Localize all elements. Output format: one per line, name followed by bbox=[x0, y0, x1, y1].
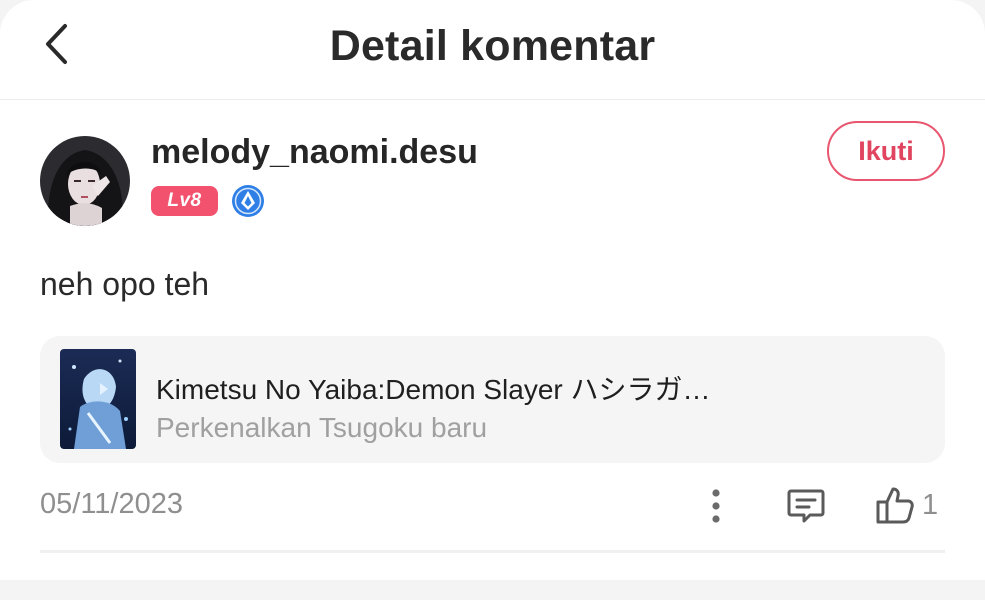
more-options-button[interactable] bbox=[700, 484, 732, 528]
divider bbox=[40, 550, 945, 553]
diamond-tier-icon bbox=[231, 184, 265, 218]
page-title: Detail komentar bbox=[329, 22, 656, 70]
game-title: Kimetsu No Yaiba:Demon Slayer ハシラガ… bbox=[156, 374, 711, 405]
game-thumbnail bbox=[60, 349, 136, 449]
avatar[interactable] bbox=[40, 136, 130, 226]
like-button[interactable]: 1 bbox=[874, 480, 954, 530]
like-count: 1 bbox=[922, 488, 939, 521]
more-vertical-icon bbox=[712, 489, 720, 523]
game-card[interactable]: Kimetsu No Yaiba:Demon Slayer ハシラガ… Perk… bbox=[40, 336, 945, 463]
username[interactable]: melody_naomi.desu bbox=[151, 133, 478, 172]
reply-button[interactable] bbox=[784, 484, 828, 528]
comment-text: neh opo teh bbox=[40, 266, 210, 302]
header-bar: Detail komentar bbox=[0, 0, 985, 100]
background-band bbox=[0, 580, 985, 600]
game-subtitle: Perkenalkan Tsugoku baru bbox=[156, 412, 488, 443]
comment-detail-sheet: Detail komentar melody_naomi.desu Lv8 Ik… bbox=[0, 0, 985, 580]
follow-button[interactable]: Ikuti bbox=[827, 121, 945, 181]
level-badge: Lv8 bbox=[151, 186, 218, 216]
comment-date: 05/11/2023 bbox=[40, 488, 183, 520]
thumbs-up-icon bbox=[876, 487, 914, 524]
comment-icon bbox=[787, 489, 825, 523]
